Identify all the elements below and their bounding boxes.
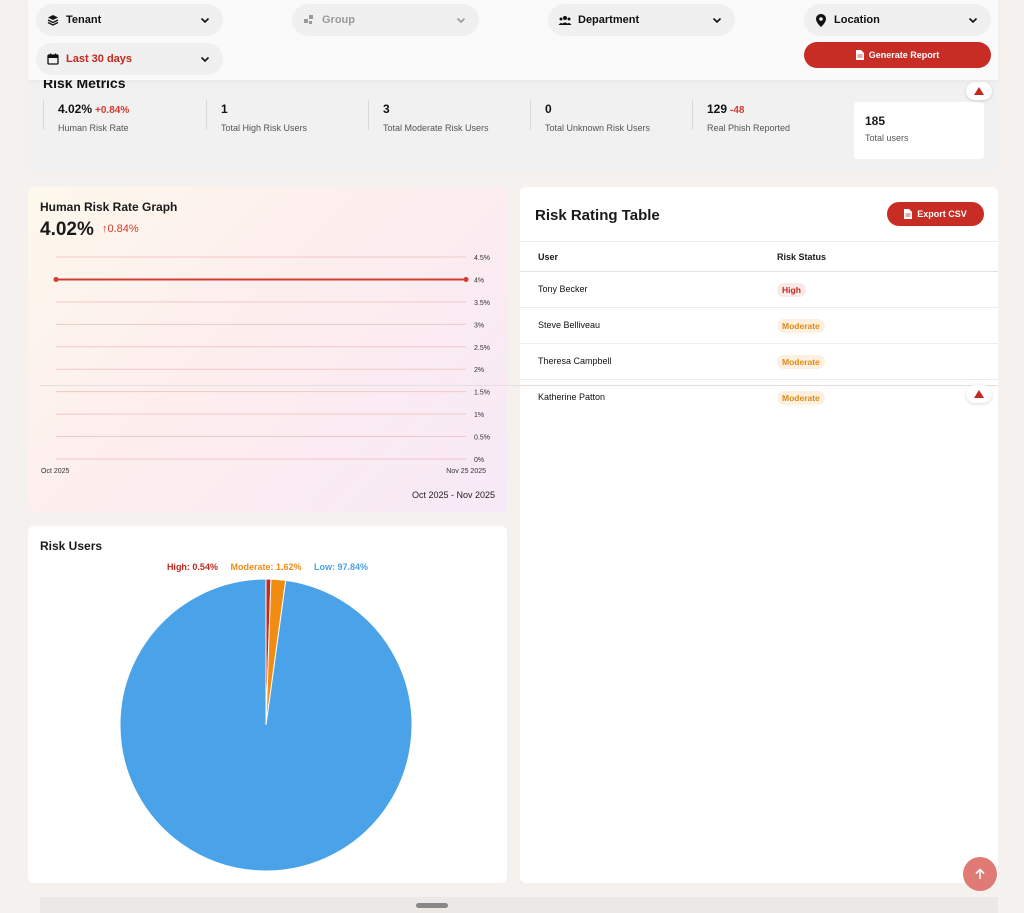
triangle-up-icon	[974, 390, 984, 398]
metric-value: 3	[383, 102, 390, 116]
column-user[interactable]: User	[538, 252, 558, 262]
filter-bar: Tenant Group Department Location Last 30…	[28, 0, 998, 80]
graph-title: Human Risk Rate Graph	[40, 200, 178, 214]
x-tick-label: Nov 25 2025	[446, 468, 486, 475]
pie-slice[interactable]	[119, 578, 413, 872]
tenant-select[interactable]: Tenant	[36, 4, 223, 36]
risk-rating-table-card: Risk Rating Table Export CSV User Risk S…	[520, 187, 998, 883]
department-select-label: Department	[578, 14, 640, 26]
chevron-down-icon	[712, 17, 722, 24]
bottom-scroll-strip	[40, 897, 998, 913]
location-pin-icon	[814, 13, 828, 27]
y-tick-label: 4.5%	[474, 255, 490, 262]
y-tick-label: 3%	[474, 322, 484, 329]
tenant-select-label: Tenant	[66, 14, 102, 26]
location-select-label: Location	[834, 14, 880, 26]
graph-delta-value: 0.84%	[107, 223, 139, 235]
department-select[interactable]: Department	[548, 4, 735, 36]
row-user: Katherine Patton	[538, 392, 606, 402]
generate-report-button[interactable]: Generate Report	[804, 42, 991, 68]
status-badge: Moderate	[777, 355, 825, 369]
date-range-label: Last 30 days	[66, 53, 133, 65]
risk-metrics-card: Risk Metrics 4.02% +0.84% Human Risk Rate…	[28, 72, 998, 173]
metric-moderate-risk-users: 3 Total Moderate Risk Users	[368, 100, 489, 133]
y-tick-label: 4%	[474, 277, 484, 284]
collapse-section-button[interactable]	[966, 385, 992, 403]
document-icon	[855, 50, 864, 60]
y-tick-label: 0%	[474, 457, 484, 464]
status-badge: Moderate	[777, 319, 825, 333]
metric-delta: -48	[730, 105, 745, 116]
y-tick-label: 2%	[474, 367, 484, 374]
chevron-down-icon	[968, 17, 978, 24]
metric-high-risk-users: 1 Total High Risk Users	[206, 100, 308, 133]
row-user: Tony Becker	[538, 284, 588, 294]
graph-delta: ↑0.84%	[102, 223, 139, 235]
status-badge: High	[777, 283, 806, 297]
row-user: Theresa Campbell	[538, 356, 612, 366]
metric-label: Real Phish Reported	[707, 123, 791, 133]
scroll-to-top-button[interactable]	[963, 857, 997, 891]
y-tick-label: 1%	[474, 412, 484, 419]
graph-date-range: Oct 2025 - Nov 2025	[411, 490, 495, 500]
human-risk-rate-graph-card: 4.5% 4% 3.5% 3% 2.5% 2% 1.5% 1% 0.5% 0% Oct 2025 No…	[28, 187, 507, 512]
table-row[interactable]: Theresa Campbell Moderate	[520, 344, 998, 380]
table-row[interactable]: Tony Becker High	[520, 272, 998, 308]
metric-value: 4.02%	[58, 102, 93, 116]
y-tick-label: 2.5%	[474, 345, 490, 352]
scroll-handle[interactable]	[416, 903, 448, 908]
metric-value: 0	[545, 102, 552, 116]
metric-real-phish-reported: 129 -48 Real Phish Reported	[692, 100, 791, 133]
x-tick-label: Oct 2025	[41, 468, 70, 475]
metric-label: Total Moderate Risk Users	[383, 123, 489, 133]
y-tick-label: 1.5%	[474, 390, 490, 397]
collapse-metrics-button[interactable]	[966, 82, 992, 100]
total-users-value: 185	[865, 114, 886, 128]
y-tick-label: 3.5%	[474, 300, 490, 307]
metric-value: 1	[221, 102, 228, 116]
metric-delta: +0.84%	[95, 105, 130, 116]
metric-unknown-risk-users: 0 Total Unknown Risk Users	[530, 100, 651, 133]
total-users-label: Total users	[865, 133, 909, 143]
group-select[interactable]: Group	[292, 4, 479, 36]
data-point[interactable]	[53, 276, 59, 282]
column-risk-status[interactable]: Risk Status	[777, 252, 826, 262]
table-header: User Risk Status	[520, 241, 998, 272]
y-tick-label: 0.5%	[474, 435, 490, 442]
total-users-box: 185 Total users	[854, 102, 984, 159]
data-point[interactable]	[463, 276, 469, 282]
human-risk-rate-line-chart: 4.5% 4% 3.5% 3% 2.5% 2% 1.5% 1% 0.5% 0% Oct 2025 No…	[41, 255, 490, 475]
triangle-up-icon	[974, 87, 984, 95]
metric-human-risk-rate: 4.02% +0.84% Human Risk Rate	[43, 100, 130, 133]
location-select[interactable]: Location	[804, 4, 991, 36]
table-title: Risk Rating Table	[535, 207, 660, 224]
chevron-down-icon	[200, 56, 210, 63]
graph-value: 4.02%	[40, 219, 94, 240]
group-icon	[302, 13, 316, 27]
metric-value: 129	[707, 102, 728, 116]
calendar-icon	[46, 52, 60, 66]
people-icon	[558, 13, 572, 27]
export-csv-label: Export CSV	[917, 209, 967, 219]
layers-icon	[46, 13, 60, 27]
metric-label: Total Unknown Risk Users	[545, 123, 651, 133]
risk-users-card: Risk Users High: 0.54% Moderate: 1.62% L…	[28, 526, 507, 883]
row-user: Steve Belliveau	[538, 320, 601, 330]
chevron-down-icon	[456, 17, 466, 24]
section-divider	[40, 385, 998, 386]
date-range-select[interactable]: Last 30 days	[36, 43, 223, 75]
risk-users-pie-chart	[119, 578, 413, 872]
metric-label: Total High Risk Users	[221, 123, 308, 133]
table-row[interactable]: Steve Belliveau Moderate	[520, 308, 998, 344]
arrow-up-icon	[975, 868, 985, 879]
generate-report-label: Generate Report	[868, 50, 940, 60]
document-icon	[904, 209, 913, 219]
chevron-down-icon	[200, 17, 210, 24]
group-select-label: Group	[322, 14, 355, 26]
metric-label: Human Risk Rate	[58, 123, 129, 133]
status-badge: Moderate	[777, 391, 825, 405]
export-csv-button[interactable]: Export CSV	[887, 202, 984, 226]
